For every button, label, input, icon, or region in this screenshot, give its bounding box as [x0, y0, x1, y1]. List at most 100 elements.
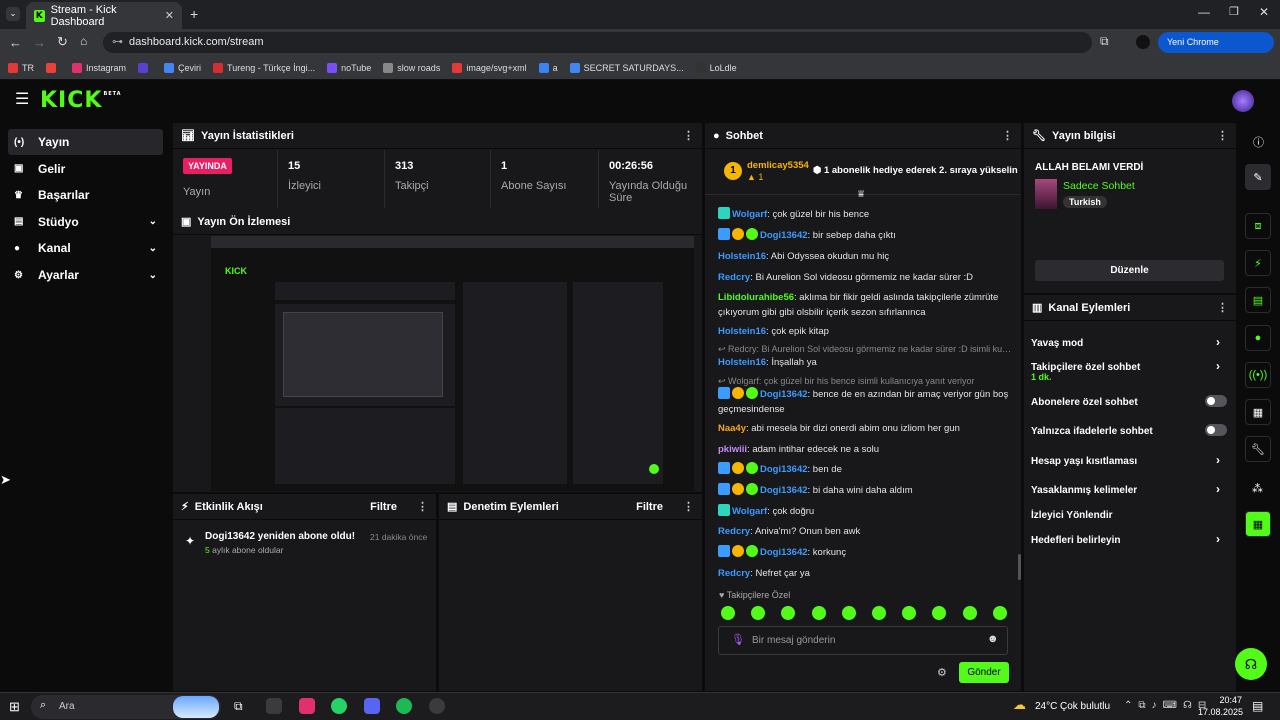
toggle-switch[interactable] [1205, 424, 1227, 436]
sidebar-item-gelir[interactable]: ▣ Gelir [8, 156, 163, 182]
stats-menu-icon[interactable]: ⋮ [683, 129, 694, 142]
connections-icon[interactable]: ⁂ [1252, 482, 1263, 495]
emote-icon[interactable] [992, 606, 1007, 620]
bookmark-item[interactable]: a [538, 62, 558, 73]
toggle-switch[interactable] [1205, 395, 1227, 407]
tab-close-icon[interactable]: ✕ [165, 9, 174, 22]
activity-filter-button[interactable]: Filtre [370, 501, 397, 513]
instagram-taskbar-icon[interactable] [299, 698, 315, 714]
chat-username[interactable]: Holstein16 [718, 326, 766, 337]
info-icon[interactable]: ⓘ [1253, 134, 1264, 150]
bookmark-item[interactable]: slow roads [383, 62, 440, 73]
notifications-icon[interactable]: ▤ [1252, 699, 1263, 713]
settings-tool-button[interactable]: 🔧︎ [1245, 436, 1271, 462]
channel-action-0[interactable]: Yavaş mod [1031, 336, 1229, 350]
extensions-icon[interactable]: ⧉ [1100, 34, 1109, 49]
new-tab-icon[interactable]: + [190, 6, 198, 22]
channel-actions-menu-icon[interactable]: ⋮ [1217, 301, 1228, 314]
chat-input[interactable]: 🎙︎ Bir mesaj gönderin ☻ [718, 626, 1008, 655]
sidebar-item-başarılar[interactable]: ♛ Başarılar [8, 182, 163, 208]
clip-tool-button[interactable]: ⧈ [1245, 213, 1271, 239]
chevron-right-icon[interactable]: › [1216, 453, 1220, 467]
chrome-taskbar-icon[interactable] [266, 698, 282, 714]
tab-search-icon[interactable]: ⌄ [6, 7, 20, 21]
user-avatar[interactable] [1232, 90, 1254, 112]
maximize-icon[interactable]: ❐ [1229, 5, 1239, 18]
chevron-right-icon[interactable]: › [1216, 482, 1220, 496]
microphone-icon[interactable]: 🎙︎ [731, 633, 745, 646]
chat-username[interactable]: Wolgarf [732, 506, 767, 517]
pinned-gift-banner[interactable]: 1 demlicay5354 ▲ 1 ⬢ 1 abonelik hediye e… [705, 150, 1021, 200]
chat-scrollbar[interactable] [1018, 554, 1021, 580]
chat-username[interactable]: Dogi13642 [760, 485, 808, 496]
emote-icon[interactable] [872, 606, 886, 620]
chat-username[interactable]: Redcry [718, 568, 750, 579]
site-info-icon[interactable]: ⊶ [112, 32, 123, 53]
chat-menu-icon[interactable]: ⋮ [1002, 129, 1013, 142]
reload-icon[interactable]: ↻ [57, 34, 68, 50]
support-headset-icon[interactable]: ☊ [1235, 648, 1267, 680]
emote-icon[interactable] [841, 606, 856, 620]
chat-username[interactable]: Redcry [718, 272, 750, 283]
bookmark-item[interactable]: Instagram [72, 62, 126, 73]
chat-username[interactable]: Holstein16 [718, 357, 766, 368]
sidebar-item-stüdyo[interactable]: ▤ Stüdyo ⌄ [8, 209, 163, 235]
chat-username[interactable]: Naa4y [718, 423, 746, 434]
close-window-icon[interactable]: ✕ [1259, 5, 1269, 19]
chrome-update-button[interactable]: Yeni Chrome kullanılabilir⋮ [1158, 32, 1274, 68]
channel-action-2[interactable]: Abonelere özel sohbet [1031, 395, 1229, 409]
channel-action-1[interactable]: Takipçilere özel sohbet [1031, 360, 1229, 374]
channel-action-7[interactable]: Hedefleri belirleyin [1031, 533, 1229, 547]
bookmark-item[interactable]: Çeviri [164, 62, 201, 73]
layout-tool-button[interactable]: ▦ [1245, 399, 1271, 425]
channel-action-5[interactable]: Yasaklanmış kelimeler [1031, 483, 1229, 497]
sidebar-item-ayarlar[interactable]: ⚙ Ayarlar ⌄ [8, 262, 163, 288]
edit-stream-button[interactable]: Düzenle [1035, 260, 1224, 281]
stream-category[interactable]: Sadece Sohbet [1063, 180, 1135, 192]
chevron-right-icon[interactable]: › [1216, 532, 1220, 546]
chat-username[interactable]: Dogi13642 [760, 230, 808, 241]
chat-tool-button[interactable]: ● [1245, 325, 1271, 351]
chat-username[interactable]: Libidolurahibe56 [718, 292, 794, 303]
chat-username[interactable]: Wolgarf [732, 209, 767, 220]
emote-icon[interactable] [962, 606, 977, 620]
activity-menu-icon[interactable]: ⋮ [417, 500, 428, 513]
taskbar-search[interactable]: ⌕ Ara [31, 695, 221, 719]
flash-tool-button[interactable]: ⚡︎ [1245, 250, 1271, 276]
chat-username[interactable]: Dogi13642 [760, 389, 808, 400]
send-button[interactable]: Gönder [959, 662, 1009, 683]
whatsapp-taskbar-icon[interactable] [331, 698, 347, 714]
emote-icon[interactable] [811, 606, 826, 620]
channel-action-6[interactable]: İzleyici Yönlendir [1031, 508, 1229, 522]
chat-username[interactable]: Dogi13642 [760, 464, 808, 475]
channel-action-3[interactable]: Yalnızca ifadelerle sohbet [1031, 424, 1229, 438]
minimize-icon[interactable]: — [1198, 5, 1210, 19]
emoji-icon[interactable]: ☻ [987, 633, 999, 645]
bookmark-item[interactable]: noTube [327, 62, 371, 73]
chevron-right-icon[interactable]: › [1216, 335, 1220, 349]
back-icon[interactable]: ← [9, 35, 22, 50]
notes-tool-button[interactable]: ▤ [1245, 287, 1271, 313]
profile-avatar[interactable] [1136, 35, 1150, 49]
bookmark-item[interactable]: SECRET SATURDAYS... [569, 62, 684, 73]
bookmark-item[interactable]: image/svg+xml [452, 62, 527, 73]
chat-settings-icon[interactable]: ⚙ [937, 666, 947, 679]
kick-logo[interactable]: KICKBETA [40, 88, 122, 113]
emote-icon[interactable] [721, 606, 735, 620]
browser-tab[interactable]: K Stream - Kick Dashboard ✕ [26, 2, 182, 29]
broadcast-tool-button[interactable]: ((•)) [1245, 362, 1271, 388]
stream-info-menu-icon[interactable]: ⋮ [1217, 129, 1228, 142]
edit-tool-button[interactable]: ✎ [1245, 164, 1271, 190]
sidebar-item-yayın[interactable]: (•) Yayın [8, 129, 163, 155]
spotify-taskbar-icon[interactable] [396, 698, 412, 714]
windows-start-icon[interactable]: ⊞ [9, 699, 20, 715]
chat-username[interactable]: Dogi13642 [760, 547, 808, 558]
stream-preview-video[interactable]: KICK [211, 236, 694, 491]
sidebar-item-kanal[interactable]: ● Kanal ⌄ [8, 235, 163, 261]
chat-username[interactable]: Redcry [718, 526, 750, 537]
stream-tag[interactable]: Turkish [1063, 196, 1107, 208]
chevron-right-icon[interactable]: › [1216, 359, 1220, 373]
moderation-filter-button[interactable]: Filtre [636, 501, 663, 513]
bookmark-item[interactable] [138, 62, 152, 73]
obs-taskbar-icon[interactable] [429, 698, 445, 714]
